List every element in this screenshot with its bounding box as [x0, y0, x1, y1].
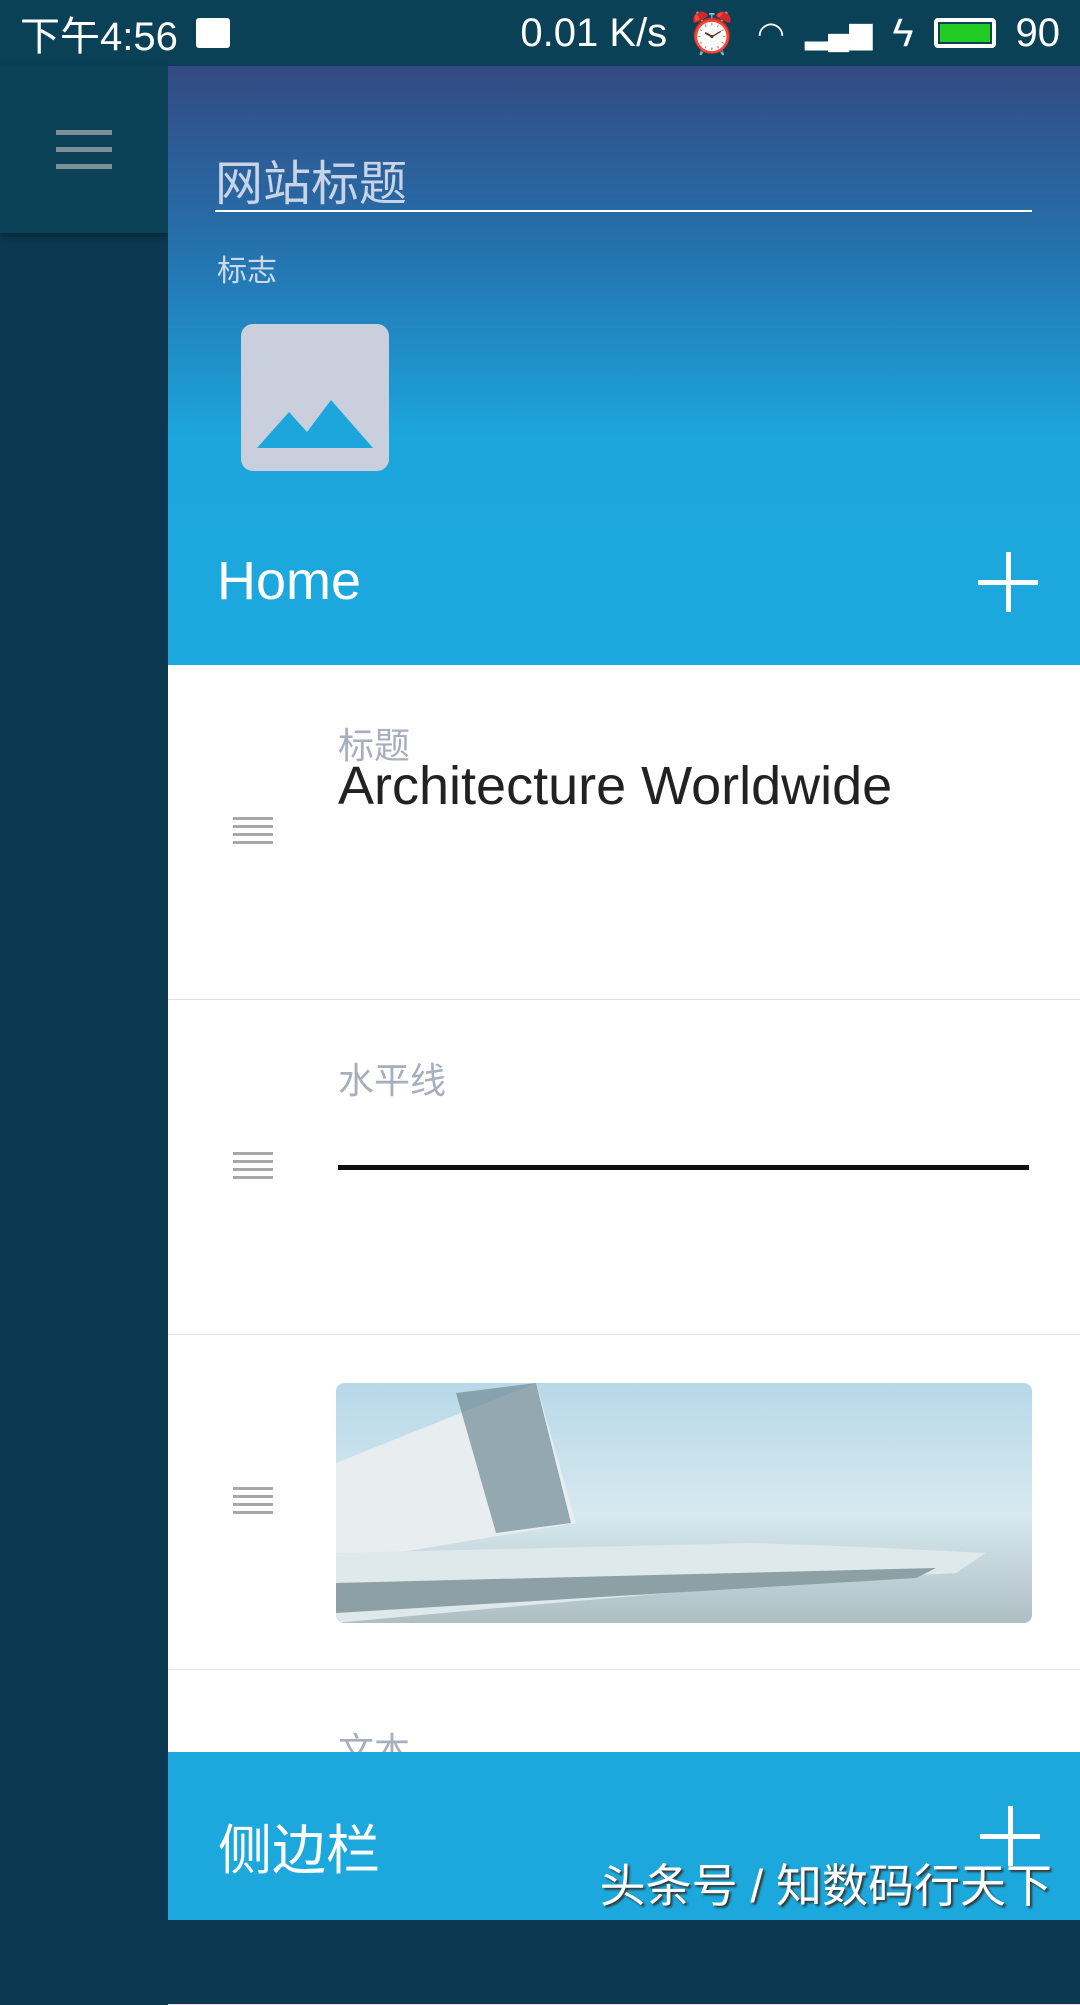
block-label: 水平线 [338, 1060, 447, 1101]
add-page-button[interactable] [978, 552, 1038, 612]
logo-label: 标志 [217, 255, 277, 288]
block-divider[interactable]: 水平线 [168, 1000, 1080, 1335]
signal-icon: ▂▄▆ [804, 16, 873, 50]
drag-handle-icon[interactable] [233, 817, 273, 849]
network-speed: 0.01 K/s [520, 10, 668, 55]
gallery-icon [195, 18, 230, 48]
status-bar: 下午4:56 0.01 K/s ⏰ ◠ ▂▄▆ ϟ 90 [0, 0, 1080, 66]
battery-icon [933, 18, 996, 48]
charging-icon: ϟ [892, 10, 914, 55]
block-image[interactable] [168, 1335, 1080, 1670]
wifi-icon: ◠ [757, 15, 785, 51]
battery-level: 90 [1015, 10, 1061, 55]
building-illustration [336, 1383, 986, 1623]
block-heading[interactable]: 标题 Architecture Worldwide [168, 665, 1080, 1000]
horizontal-rule [338, 1165, 1029, 1170]
sidebar-section-label[interactable]: 侧边栏 [218, 1806, 380, 1885]
status-time: 下午4:56 [20, 15, 178, 59]
drag-handle-icon[interactable] [233, 1487, 273, 1519]
heading-text[interactable]: Architecture Worldwide [338, 755, 892, 817]
logo-image-placeholder[interactable] [241, 324, 389, 471]
page-name[interactable]: Home [217, 550, 361, 612]
drag-handle-icon[interactable] [233, 1152, 273, 1184]
menu-icon[interactable] [56, 130, 112, 170]
alarm-icon: ⏰ [687, 11, 737, 56]
editor-panel: 网站标题 标志 Home 标题 Architecture Worldwide 水… [168, 66, 1080, 2005]
watermark: 头条号 / 知数码行天下 [599, 1860, 1052, 1912]
image-icon [257, 400, 373, 448]
architecture-image[interactable] [336, 1383, 1032, 1623]
site-header: 网站标题 标志 Home [168, 66, 1080, 665]
site-title-input[interactable]: 网站标题 [215, 138, 1032, 212]
app-toolbar [0, 66, 168, 233]
